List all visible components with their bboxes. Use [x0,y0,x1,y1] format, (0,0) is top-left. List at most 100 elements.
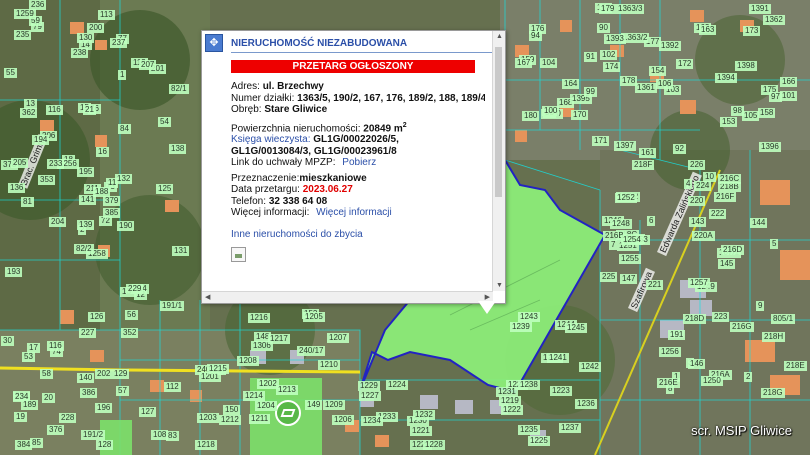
watermark: scr. MSIP Gliwice [691,423,792,438]
plot-number-label: 1397 [614,141,636,151]
plot-number-label: 1224 [386,380,408,390]
plot-number-label: 1218 [195,440,217,450]
other-properties-link[interactable]: Inne nieruchomości do zbycia [231,229,363,240]
plot-number-label: 1209 [323,400,345,410]
plot-number-label: 224 [694,181,712,191]
plot-numbers-value: 1363/5, 190/2, 167, 176, 189/2, 188, 189… [297,92,485,104]
precinct-value: Stare Gliwice [264,104,328,115]
plot-number-label: 129 [112,369,130,379]
mpzp-label: Link do uchwały MPZP: [231,157,336,169]
plot-number-label: 81 [21,197,34,207]
plot-number-label: 128 [96,440,114,450]
plot-number-label: 189 [21,400,39,410]
plot-number-label: 1215 [207,364,229,374]
broken-image-icon [231,247,246,262]
plot-number-label: 1256 [659,347,681,357]
auction-date-row: Data przetargu: 2023.06.27 [231,184,485,196]
plot-number-label: 216E [657,378,680,388]
more-info-link[interactable]: Więcej informacji [316,207,392,218]
plot-number-label: 1207 [327,333,349,343]
horizontal-scrollbar[interactable]: ◀ ▶ [202,291,493,303]
plot-number-label: 2 [744,372,753,382]
scroll-right-arrow-icon[interactable]: ▶ [485,293,490,301]
land-register-value-2: GL1G/0013084/3, GL1G/00023961/8 [231,145,397,157]
popup-content: Adres: ul. Brzechwy Numer działki: 1363/… [231,81,485,240]
land-register-value-1: GL1G/00022026/5, [313,134,399,146]
plot-number-label: 1393 [604,34,626,44]
plot-number-label: 154 [649,66,667,76]
vertical-scrollbar[interactable]: ▲ ▼ [492,31,505,291]
plot-number-label: 139 [77,220,95,230]
plot-number-label: 180 [522,111,540,121]
plot-number-label: 143 [689,217,707,227]
plot-number-label: 225 [600,272,618,282]
plot-number-label: 113 [98,10,115,20]
title-divider [231,52,497,53]
plot-number-label: 167 [515,58,533,68]
plot-number-label: 1231 [496,387,518,397]
plot-number-label: 202 [95,369,113,379]
plot-number-label: 191/1 [160,301,185,311]
plot-number-label: 101 [780,91,798,101]
plot-number-label: 1254 [621,235,643,245]
plot-number-label: 196 [95,403,113,413]
move-icon[interactable]: ✥ [205,34,223,52]
plot-number-label: 5 [770,239,779,249]
plot-number-label: 150 [223,405,241,415]
plot-number-label: 146 [688,359,706,369]
plot-number-label: 172 [676,59,694,69]
plot-number-label: 222 [709,209,727,219]
plot-number-label: 1242 [579,362,601,372]
plot-number-label: 106 [656,79,674,89]
plot-number-label: 195 [77,167,95,177]
address-label: Adres: [231,81,260,92]
plot-number-label: 191/2 [81,430,106,440]
more-info-row: Więcej informacji: Więcej informacji [231,207,485,219]
scroll-left-arrow-icon[interactable]: ◀ [205,293,210,301]
plot-number-label: 353 [38,175,56,185]
plot-number-label: 127 [139,407,157,417]
plot-number-label: 207 [139,60,157,70]
plot-number-label: 227 [79,328,97,338]
plot-number-label: 1243 [518,312,540,322]
plot-number-label: 1237 [559,423,581,433]
other-properties-row: Inne nieruchomości do zbycia [231,229,485,241]
plot-number-label: 205 [11,158,29,168]
phone-value: 32 338 64 08 [268,195,328,207]
plot-number-label: 220 [688,196,706,206]
plot-number-label: 164 [562,79,580,89]
plot-number-label: 218G [761,388,785,398]
plot-number-label: 82/2 [74,244,94,254]
plot-number-label: 216F [714,192,737,202]
auction-date-value: 2023.06.27 [302,184,353,196]
scroll-up-arrow-icon[interactable]: ▲ [496,33,503,40]
plot-number-label: 1204 [255,401,277,411]
plot-number-label: 20 [42,393,55,403]
plot-number-label: 158 [758,108,776,118]
plot-number-label: 130 [77,33,95,43]
plot-number-label: 218E [784,361,807,371]
scroll-down-arrow-icon[interactable]: ▼ [496,282,503,289]
plot-number-label: 171 [592,136,610,146]
plot-number-label: 163 [699,25,717,35]
plot-number-label: 1250 [701,376,723,386]
mpzp-download-link[interactable]: Pobierz [342,157,376,168]
plot-number-label: 92 [673,144,686,154]
plot-numbers-label: Numer działki: [231,92,295,104]
plot-number-label: 1241 [547,353,569,363]
location-marker-icon[interactable] [275,400,301,426]
plot-number-label: 30 [1,336,14,346]
plot-number-label: 147 [620,274,638,284]
plot-number-label: 99 [584,87,597,97]
plot-number-label: 82/1 [169,84,189,94]
plot-number-label: 1363/3 [616,4,645,14]
plot-number-label: 238 [71,48,89,58]
plot-number-label: 221 [646,280,664,290]
scrollbar-thumb[interactable] [495,47,502,197]
plot-number-label: 1217 [268,334,290,344]
plot-number-label: 55 [4,68,17,78]
status-banner: PRZETARG OGŁOSZONY [231,60,475,73]
plot-number-label: 1361 [635,83,657,93]
land-register-link[interactable]: Księga wieczysta: [231,134,310,145]
plot-number-label: 1221 [410,426,432,436]
